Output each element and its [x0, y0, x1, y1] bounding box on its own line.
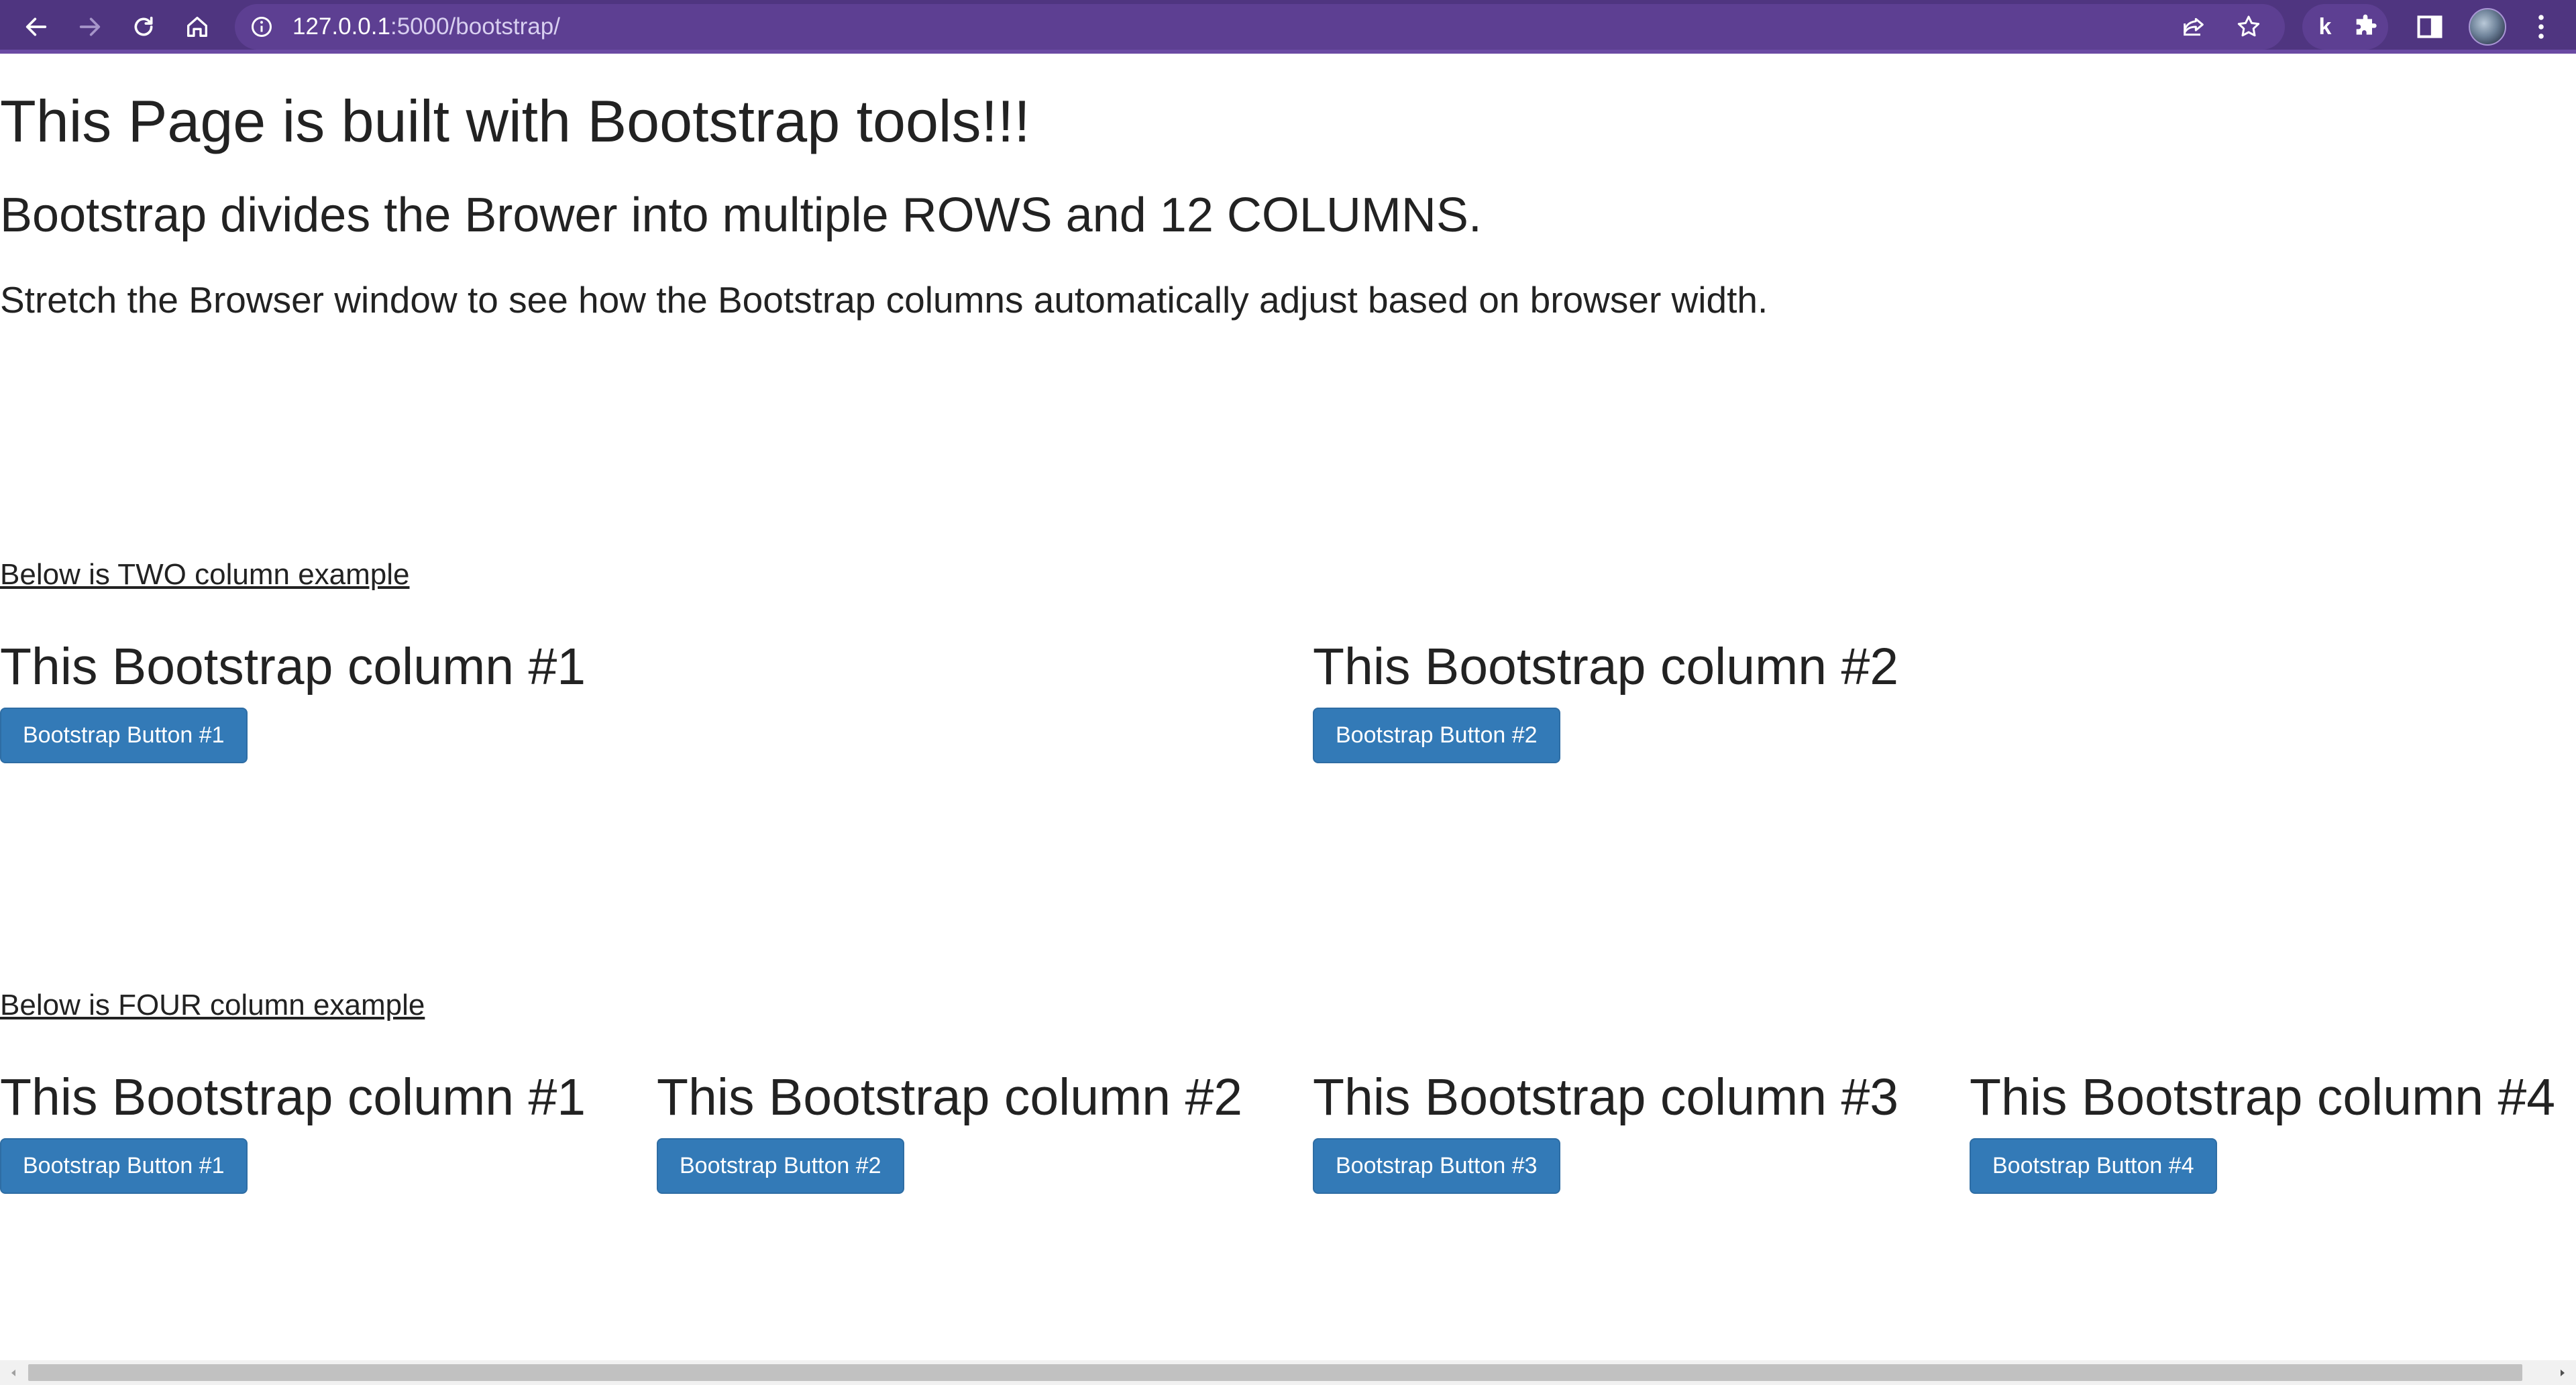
two-col-column-1: This Bootstrap column #1 Bootstrap Butto…	[0, 637, 586, 763]
four-col-column-2: This Bootstrap column #2 Bootstrap Butto…	[657, 1068, 1243, 1194]
reload-icon	[134, 16, 153, 36]
bootstrap-button-3[interactable]: Bootstrap Button #3	[1313, 1138, 1560, 1194]
bootstrap-button-4[interactable]: Bootstrap Button #4	[1970, 1138, 2217, 1194]
info-icon[interactable]	[250, 15, 274, 39]
column-heading: This Bootstrap column #1	[0, 1068, 586, 1126]
home-icon	[187, 17, 207, 37]
home-button[interactable]	[176, 5, 219, 48]
url-path: :5000/bootstrap/	[390, 13, 560, 40]
page-lead-text: Stretch the Browser window to see how th…	[0, 279, 1768, 321]
kebab-menu-icon[interactable]	[2525, 11, 2557, 43]
four-col-column-4: This Bootstrap column #4 Bootstrap Butto…	[1970, 1068, 2556, 1194]
bootstrap-button-1[interactable]: Bootstrap Button #1	[0, 1138, 248, 1194]
scroll-left-arrow[interactable]	[0, 1360, 27, 1385]
column-heading: This Bootstrap column #3	[1313, 1068, 1899, 1126]
two-column-link[interactable]: Below is TWO column example	[0, 558, 410, 592]
side-panel-icon[interactable]	[2415, 12, 2445, 42]
star-icon[interactable]	[2235, 13, 2262, 40]
four-col-column-3: This Bootstrap column #3 Bootstrap Butto…	[1313, 1068, 1899, 1194]
bootstrap-button-1[interactable]: Bootstrap Button #1	[0, 708, 248, 763]
bootstrap-button-2[interactable]: Bootstrap Button #2	[657, 1138, 904, 1194]
profile-avatar[interactable]	[2469, 8, 2506, 46]
forward-button[interactable]	[68, 5, 111, 48]
extensions-pill: k	[2302, 4, 2388, 50]
browser-toolbar: 127.0.0.1:5000/bootstrap/ k	[0, 0, 2576, 54]
column-heading: This Bootstrap column #4	[1970, 1068, 2556, 1126]
page-content: This Page is built with Bootstrap tools!…	[0, 54, 2576, 1360]
puzzle-icon[interactable]	[2352, 13, 2379, 40]
page-subtitle: Bootstrap divides the Brower into multip…	[0, 188, 1482, 242]
bootstrap-button-2[interactable]: Bootstrap Button #2	[1313, 708, 1560, 763]
url-text[interactable]: 127.0.0.1:5000/bootstrap/	[292, 4, 560, 50]
four-column-link[interactable]: Below is FOUR column example	[0, 989, 425, 1022]
scroll-right-arrow[interactable]	[2549, 1360, 2576, 1385]
url-host: 127.0.0.1	[292, 13, 390, 40]
horizontal-scrollbar[interactable]	[0, 1360, 2576, 1385]
forward-arrow-icon	[79, 17, 101, 36]
column-heading: This Bootstrap column #1	[0, 638, 586, 696]
page-title: This Page is built with Bootstrap tools!…	[0, 88, 1030, 154]
two-col-column-2: This Bootstrap column #2 Bootstrap Butto…	[1313, 637, 1899, 763]
column-heading: This Bootstrap column #2	[1313, 638, 1899, 696]
back-button[interactable]	[15, 5, 58, 48]
back-arrow-icon	[25, 17, 47, 36]
extension-k-icon[interactable]: k	[2312, 13, 2339, 40]
share-icon[interactable]	[2180, 13, 2207, 40]
column-heading: This Bootstrap column #2	[657, 1068, 1243, 1126]
triangle-right-icon	[2561, 1369, 2565, 1376]
four-col-column-1: This Bootstrap column #1 Bootstrap Butto…	[0, 1068, 586, 1194]
scrollbar-thumb[interactable]	[28, 1364, 2522, 1381]
address-bar[interactable]: 127.0.0.1:5000/bootstrap/	[235, 4, 2285, 50]
reload-button[interactable]	[122, 5, 165, 48]
triangle-left-icon	[11, 1369, 15, 1376]
